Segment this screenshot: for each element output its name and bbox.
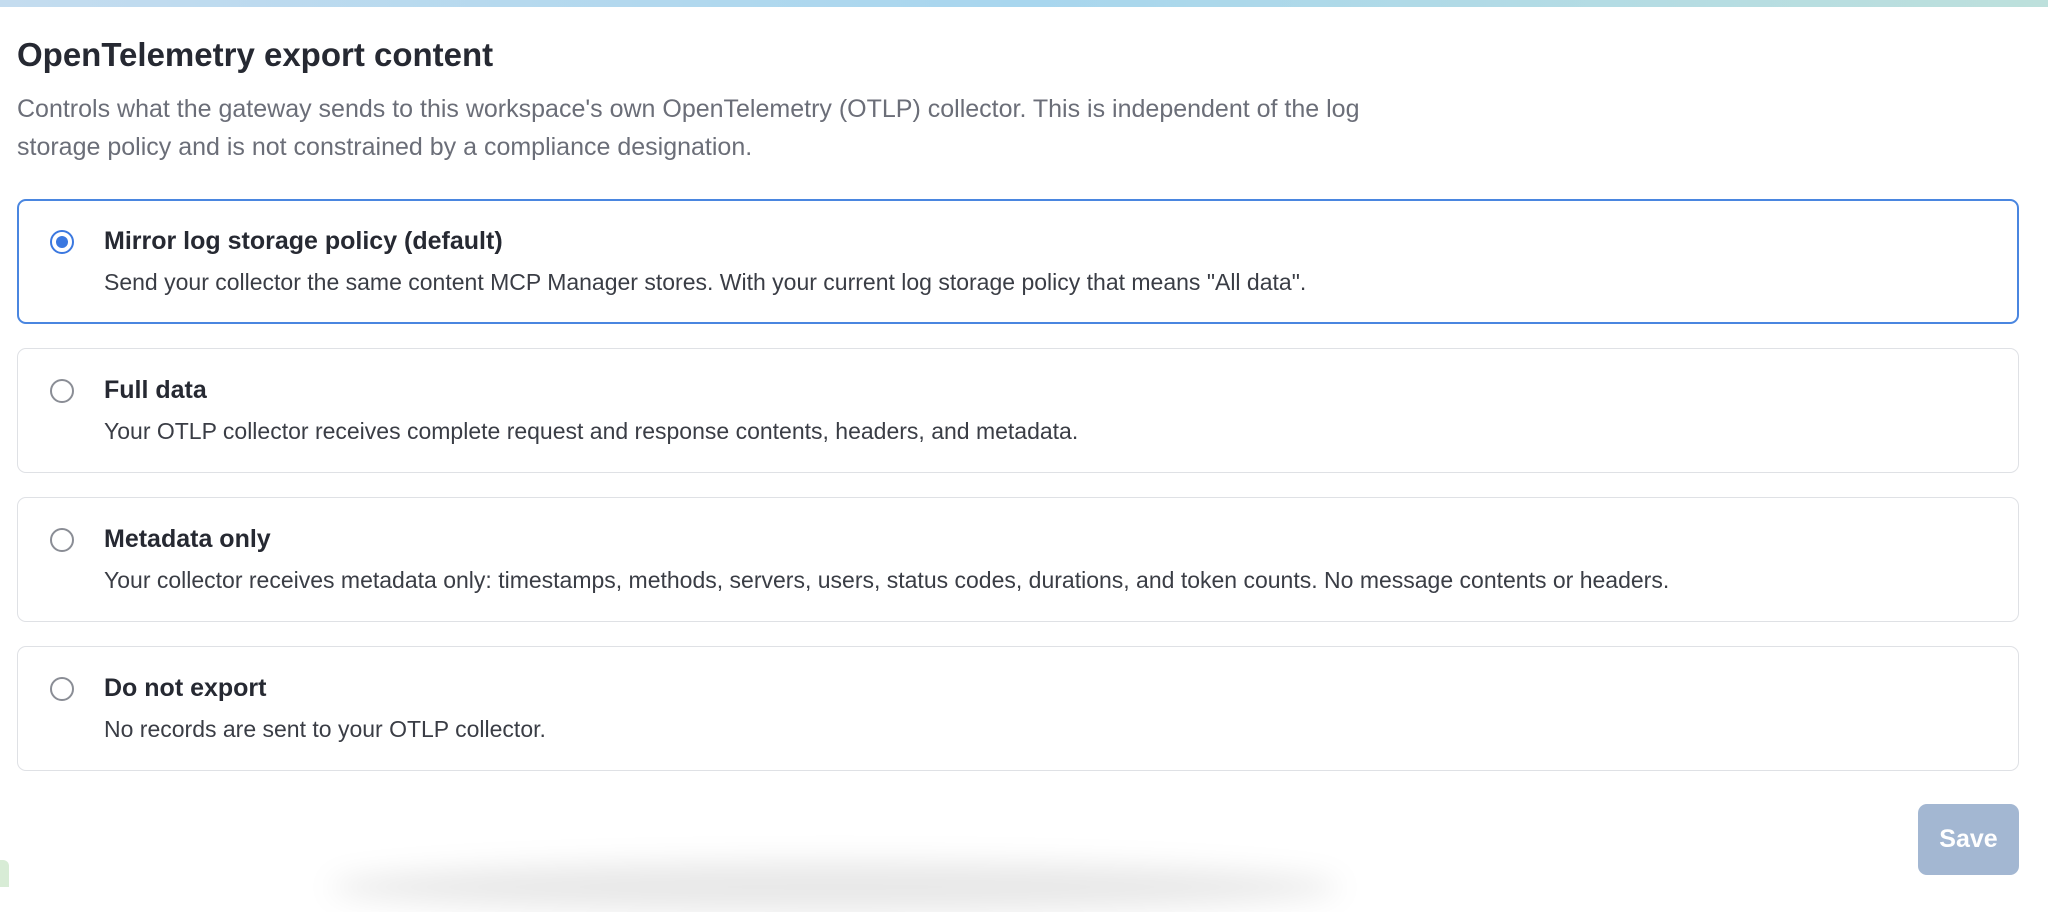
section-description: Controls what the gateway sends to this … [17, 95, 1360, 161]
option-title: Full data [104, 376, 207, 404]
radio-unselected-icon[interactable] [50, 379, 74, 403]
radio-unselected-icon[interactable] [50, 677, 74, 701]
option-description: Send your collector the same content MCP… [104, 269, 1307, 295]
radio-unselected-icon[interactable] [50, 528, 74, 552]
option-mirror-log-storage[interactable]: Mirror log storage policy (default) Send… [17, 199, 2019, 324]
bottom-shadow [330, 862, 1340, 912]
top-accent-bar [0, 0, 2048, 7]
corner-chip [0, 860, 9, 887]
export-content-radio-group: Mirror log storage policy (default) Send… [17, 199, 2019, 795]
option-description: Your collector receives metadata only: t… [104, 567, 1670, 593]
option-description: No records are sent to your OTLP collect… [104, 716, 546, 742]
radio-selected-icon[interactable] [50, 230, 74, 254]
option-do-not-export[interactable]: Do not export No records are sent to you… [17, 646, 2019, 771]
option-metadata-only[interactable]: Metadata only Your collector receives me… [17, 497, 2019, 622]
section-title: OpenTelemetry export content [17, 36, 494, 73]
option-full-data[interactable]: Full data Your OTLP collector receives c… [17, 348, 2019, 473]
section-header: OpenTelemetry export content Controls wh… [17, 34, 1417, 166]
save-button[interactable]: Save [1918, 804, 2019, 875]
option-description: Your OTLP collector receives complete re… [104, 418, 1079, 444]
radio-dot [56, 236, 68, 248]
option-title: Mirror log storage policy (default) [104, 227, 503, 255]
option-title: Do not export [104, 674, 267, 702]
option-title: Metadata only [104, 525, 271, 553]
